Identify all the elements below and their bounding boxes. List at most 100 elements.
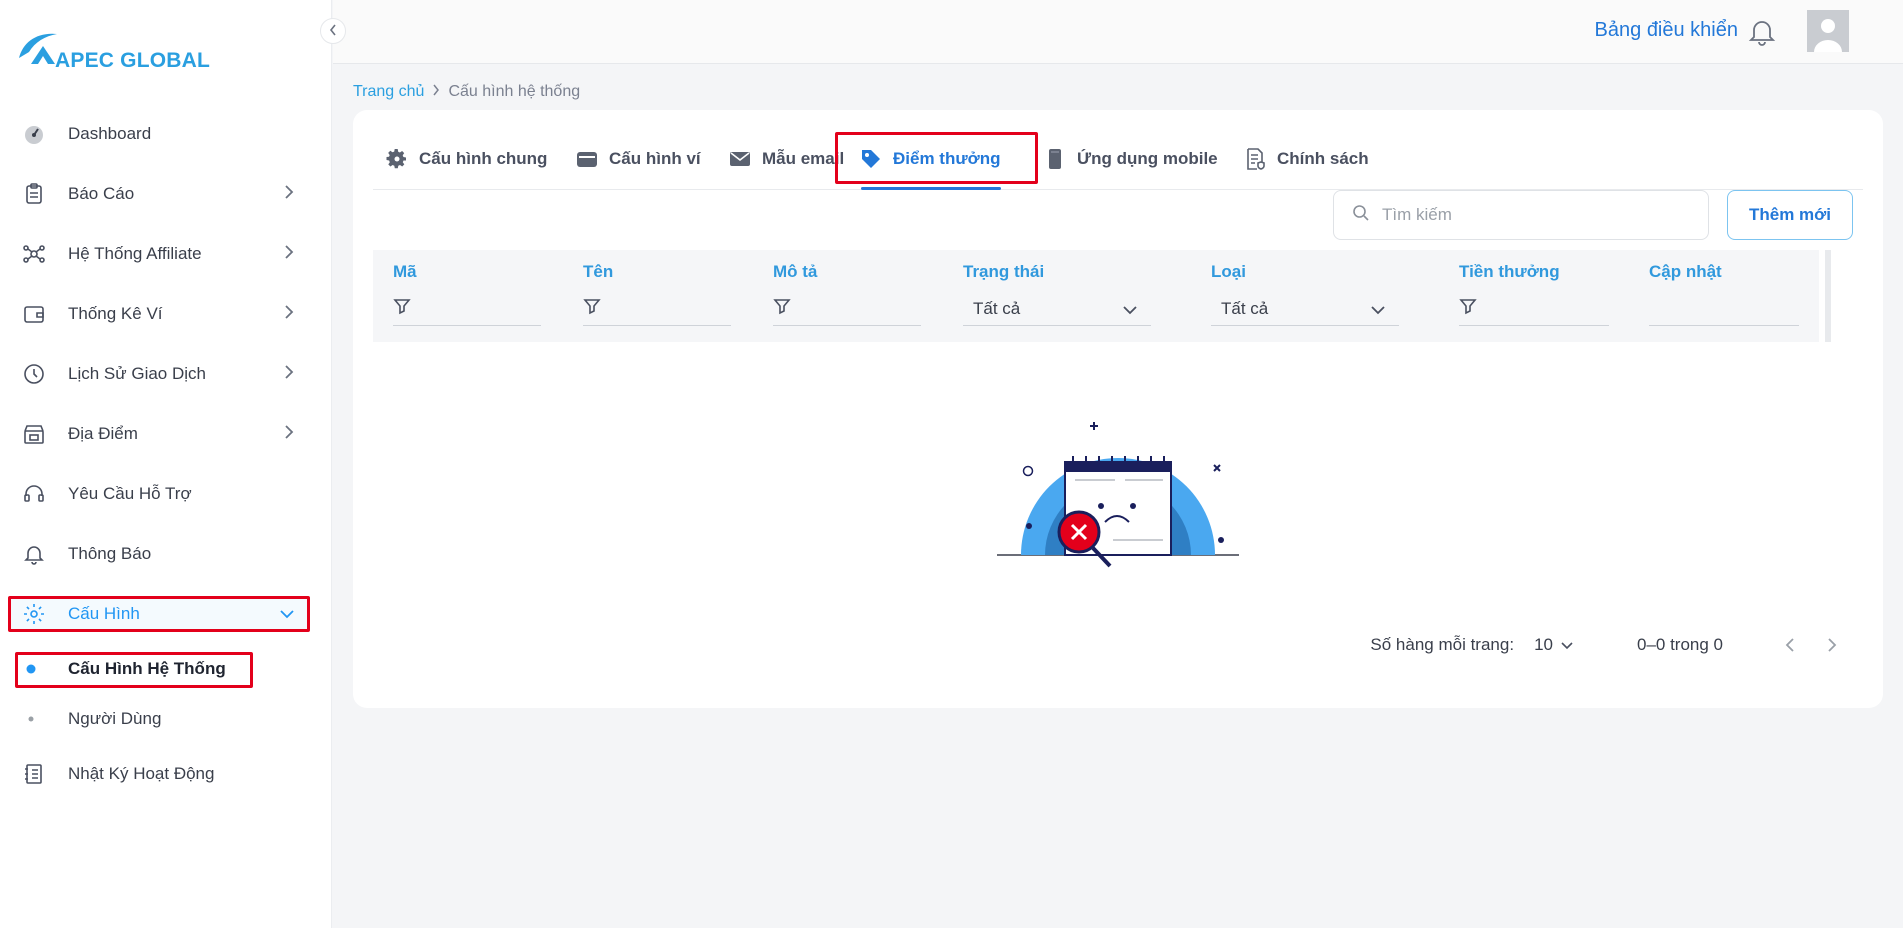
sidebar-item-activity-log[interactable]: Nhật Ký Hoạt Động [0,744,332,804]
filter-icon [583,297,601,320]
sidebar-item-label: Yêu Cầu Hỗ Trợ [68,484,192,503]
table-header: Mã Tên Mô tả Trạng thái Tất cả Loại Tất … [373,250,1831,342]
sidebar-item-locations[interactable]: Địa Điểm [0,404,332,464]
mobile-icon [1043,147,1067,171]
filter-input-reward[interactable] [1459,292,1609,326]
sidebar-menu: Dashboard Báo Cáo Hệ Thống Affiliate Thố… [0,104,332,804]
filter-input-description[interactable] [773,292,921,326]
empty-state-illustration [993,380,1243,570]
sidebar-subitem-label: Cấu Hình Hệ Thống [68,659,226,678]
select-value: Tất cả [973,298,1021,318]
sidebar-item-label: Địa Điểm [68,424,138,443]
sidebar-item-label: Hệ Thống Affiliate [68,244,202,263]
rows-per-page-label: Số hàng mỗi trang: [1370,635,1515,654]
sidebar-item-reports[interactable]: Báo Cáo [0,164,332,224]
next-page-button[interactable] [1821,634,1843,656]
collapse-sidebar-button[interactable] [320,18,346,44]
tab-label: Chính sách [1277,149,1369,168]
filter-icon [773,297,791,320]
sidebar-subitem-label: Người Dùng [68,709,162,728]
sidebar-item-config[interactable]: Cấu Hình [0,584,332,644]
sidebar-item-label: Lịch Sử Giao Dịch [68,364,206,383]
chevron-left-icon [1785,638,1794,652]
breadcrumb: Trang chủ Cấu hình hệ thống [353,83,580,101]
gear-icon [385,147,409,171]
column-title: Loại [1211,262,1246,281]
column-name: Tên [563,250,749,342]
breadcrumb-home[interactable]: Trang chủ [353,83,424,101]
column-reward: Tiền thưởng [1439,250,1625,342]
rows-per-page-select[interactable]: 10 [1534,635,1581,655]
sidebar-item-label: Nhật Ký Hoạt Động [68,764,215,783]
gauge-icon [22,122,46,146]
chevron-right-icon [284,184,294,204]
chevron-right-icon [1828,638,1837,652]
filter-input-name[interactable] [583,292,731,326]
bell-icon [22,542,46,566]
clock-icon [22,362,46,386]
gear-icon [22,602,46,626]
sidebar-subitem-users[interactable]: Người Dùng [0,694,332,744]
filter-input-code[interactable] [393,292,541,326]
wallet-icon [575,147,599,171]
bullet-dot-icon [28,716,34,722]
sidebar-item-wallet-stats[interactable]: Thống Kê Ví [0,284,332,344]
search-input[interactable] [1382,205,1682,225]
clipboard-icon [22,182,46,206]
sidebar-item-label: Thống Kê Ví [68,304,163,323]
status-select[interactable]: Tất cả [963,292,1151,326]
no-data-icon [997,422,1239,568]
search-icon [1352,204,1370,227]
network-icon [22,242,46,266]
brand-name: APEC GLOBAL [55,49,211,72]
sidebar-subitem-system-config[interactable]: Cấu Hình Hệ Thống [0,644,332,694]
apec-logo-icon [17,28,65,72]
chevron-right-icon [284,364,294,384]
config-card: Cấu hình chung Cấu hình ví Mẫu email Điể… [353,110,1883,708]
tab-email-templates[interactable]: Mẫu email [728,128,844,190]
sidebar-item-label: Báo Cáo [68,184,135,203]
sidebar-item-label: Thông Báo [68,544,152,563]
column-updated: Cập nhật [1629,250,1815,342]
tab-wallet-config[interactable]: Cấu hình ví [575,128,701,190]
tab-label: Ứng dụng mobile [1077,149,1218,168]
search-box[interactable] [1333,190,1709,240]
add-new-button[interactable]: Thêm mới [1727,190,1853,240]
select-value: Tất cả [1221,298,1269,318]
chevron-right-icon [432,83,440,101]
tab-general-config[interactable]: Cấu hình chung [385,128,547,190]
chevron-down-icon [1561,635,1573,655]
active-dot-icon [26,664,36,674]
sidebar-item-transactions[interactable]: Lịch Sử Giao Dịch [0,344,332,404]
type-select[interactable]: Tất cả [1211,292,1399,326]
filter-input-updated[interactable] [1649,292,1799,326]
rows-per-page-value: 10 [1534,635,1553,654]
headset-icon [22,482,46,506]
sidebar-item-support[interactable]: Yêu Cầu Hỗ Trợ [0,464,332,524]
chevron-right-icon [284,304,294,324]
user-avatar[interactable] [1807,10,1849,52]
sidebar-item-dashboard[interactable]: Dashboard [0,104,332,164]
notebook-icon [22,762,46,786]
filter-icon [1459,297,1477,320]
horizontal-scrollbar[interactable] [1825,250,1831,342]
dashboard-link[interactable]: Bảng điều khiển [1595,19,1738,42]
column-code: Mã [373,250,559,342]
previous-page-button[interactable] [1779,634,1801,656]
chevron-left-icon [329,23,337,39]
tab-policy[interactable]: Chính sách [1243,128,1369,190]
sidebar-item-affiliate[interactable]: Hệ Thống Affiliate [0,224,332,284]
brand-logo[interactable]: APEC GLOBAL [17,28,210,72]
column-type: Loại Tất cả [1191,250,1431,342]
column-title: Cập nhật [1649,262,1722,281]
column-description: Mô tả [753,250,939,342]
envelope-icon [728,147,752,171]
store-icon [22,422,46,446]
notification-bell-icon[interactable] [1748,16,1776,46]
annotation-highlight [835,132,1038,184]
chevron-down-icon [280,604,294,624]
active-tab-indicator [861,187,1001,190]
tab-mobile-app[interactable]: Ứng dụng mobile [1043,128,1218,190]
sidebar-item-notifications[interactable]: Thông Báo [0,524,332,584]
sidebar: APEC GLOBAL Dashboard Báo Cáo Hệ Thống A… [0,0,332,928]
